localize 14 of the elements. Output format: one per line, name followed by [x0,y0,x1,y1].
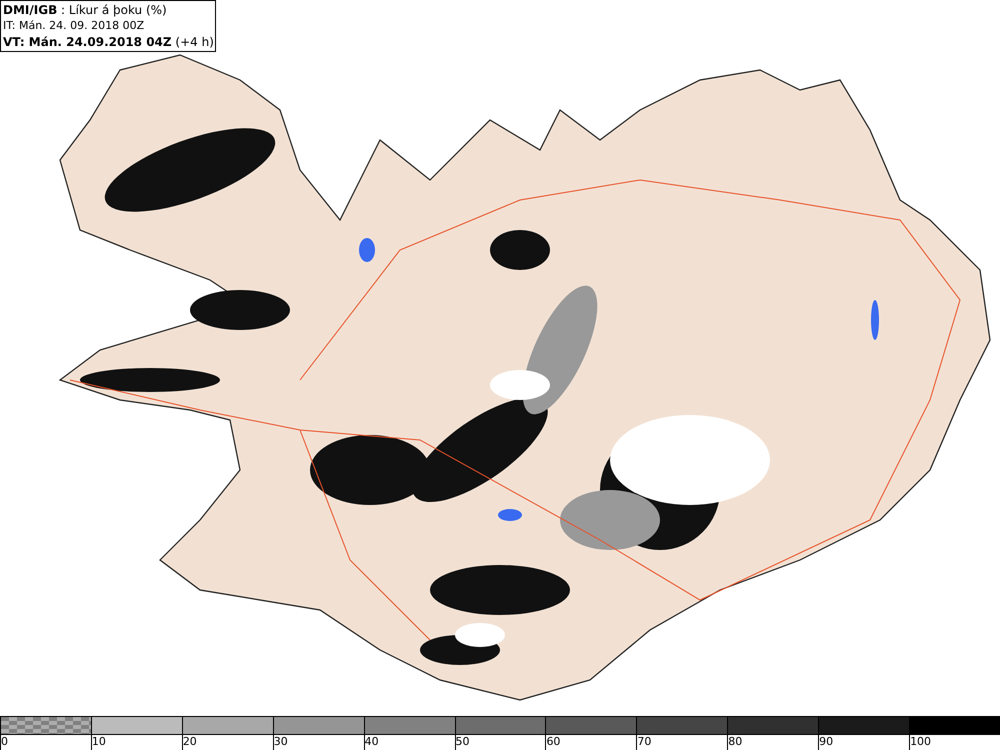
legend-tick-label: 30 [274,735,288,748]
legend-tick-label: 10 [92,735,106,748]
legend-tick-label: 90 [819,735,834,748]
legend-tick-label: 100 [910,735,932,748]
legend-tick-label: 70 [637,735,652,748]
map-info-text: VT: Mán. 24.09.2018 04Z (+4 h) [3,34,213,50]
legend-tick-label: 50 [456,735,470,748]
legend-tick-label: 60 [546,735,560,748]
legend-tick-label: 80 [728,735,742,748]
map-info-text: DMI/IGB : Líkur á þoku (%) [3,2,168,18]
legend-tick-label: 0 [1,735,8,748]
map-info-text: IT: Mán. 24. 09. 2018 00Z [3,18,146,34]
legend-tick-label: 20 [182,735,197,748]
legend-tick-label: 40 [364,735,379,748]
